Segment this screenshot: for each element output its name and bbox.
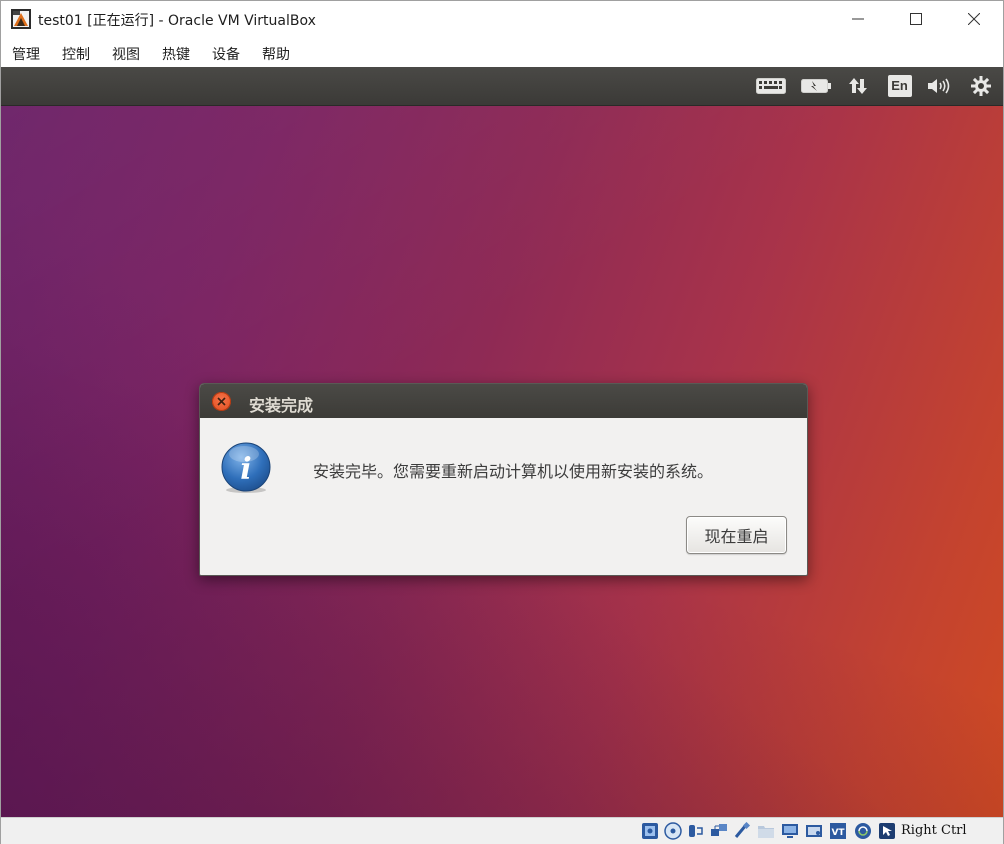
- guest-top-panel: En: [1, 67, 1003, 106]
- keyboard-icon[interactable]: [756, 75, 786, 97]
- system-gear-icon[interactable]: [970, 75, 992, 97]
- usb-icon[interactable]: [733, 822, 751, 840]
- virtualbox-window: test01 [正在运行] - Oracle VM VirtualBox 管理 …: [0, 0, 1004, 844]
- svg-text:i: i: [240, 452, 251, 487]
- dialog-title: 安装完成: [249, 396, 314, 415]
- menu-view[interactable]: 视图: [112, 44, 140, 64]
- install-complete-dialog: 安装完成 i 安装完毕。您需要重新启动计算机以使用新安装的系统。 现在重启: [199, 383, 808, 576]
- dialog-message: 安装完毕。您需要重新启动计算机以使用新安装的系统。: [313, 462, 714, 481]
- status-bar: VT Right Ctrl: [1, 817, 1003, 844]
- network-icon[interactable]: [847, 75, 869, 97]
- optical-drive-icon[interactable]: [664, 822, 682, 840]
- menu-manage[interactable]: 管理: [12, 44, 40, 64]
- close-icon: [217, 397, 226, 406]
- virtualization-icon[interactable]: VT: [829, 822, 847, 840]
- dialog-title-bar[interactable]: 安装完成: [200, 384, 807, 418]
- virtualbox-app-icon: [11, 9, 31, 29]
- host-key-icon[interactable]: [878, 822, 896, 840]
- minimize-button[interactable]: [829, 1, 887, 37]
- input-method-label: En: [887, 75, 912, 97]
- menu-hotkeys[interactable]: 热键: [162, 44, 190, 64]
- host-key-label: Right Ctrl: [901, 823, 967, 838]
- volume-icon[interactable]: [927, 75, 953, 97]
- info-icon: i: [220, 442, 272, 494]
- close-button[interactable]: [945, 1, 1003, 37]
- video-capture-icon[interactable]: [805, 822, 823, 840]
- svg-text:VT: VT: [831, 828, 845, 838]
- title-bar[interactable]: test01 [正在运行] - Oracle VM VirtualBox: [1, 1, 1003, 37]
- mouse-integration-icon[interactable]: [854, 822, 872, 840]
- network-adapter-icon[interactable]: [710, 822, 728, 840]
- menu-bar: 管理 控制 视图 热键 设备 帮助: [1, 37, 1003, 67]
- menu-control[interactable]: 控制: [62, 44, 90, 64]
- hard-disk-icon[interactable]: [641, 822, 659, 840]
- audio-icon[interactable]: [687, 822, 705, 840]
- window-title: test01 [正在运行] - Oracle VM VirtualBox: [38, 13, 316, 29]
- dialog-close-button[interactable]: [212, 392, 231, 411]
- display-icon[interactable]: [781, 822, 799, 840]
- input-method-icon[interactable]: En: [887, 75, 912, 97]
- menu-help[interactable]: 帮助: [262, 44, 290, 64]
- battery-icon[interactable]: [801, 75, 831, 97]
- shared-folders-icon[interactable]: [757, 822, 775, 840]
- maximize-button[interactable]: [887, 1, 945, 37]
- restart-now-button[interactable]: 现在重启: [686, 516, 787, 554]
- menu-devices[interactable]: 设备: [212, 44, 240, 64]
